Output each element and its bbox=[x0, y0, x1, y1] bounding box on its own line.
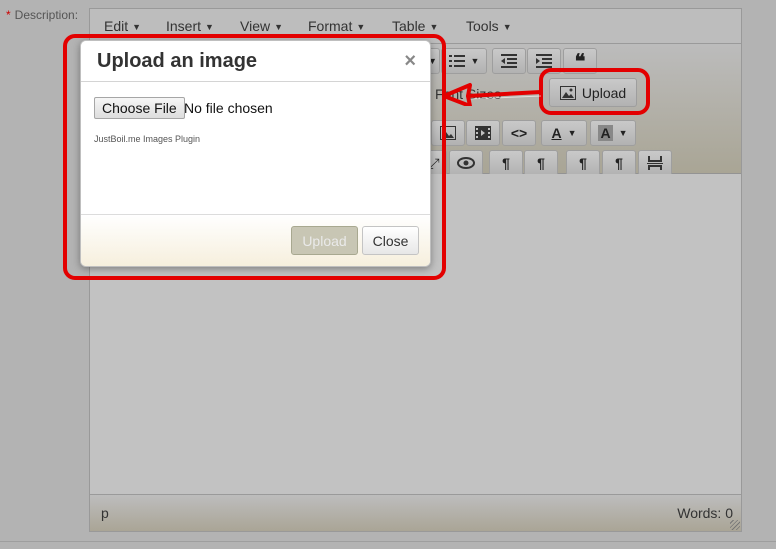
page-break-icon bbox=[647, 156, 663, 170]
show-invisibles-button[interactable]: ¶ bbox=[602, 150, 636, 176]
menu-format-label: Format bbox=[308, 18, 353, 34]
menu-tools[interactable]: Tools ▼ bbox=[466, 18, 512, 34]
menu-view-label: View bbox=[240, 18, 271, 34]
eye-icon bbox=[457, 157, 475, 169]
menu-tools-label: Tools bbox=[466, 18, 499, 34]
page-divider bbox=[0, 541, 776, 542]
element-path[interactable]: p bbox=[101, 505, 109, 521]
menu-insert-label: Insert bbox=[166, 18, 202, 34]
annotation-dialog-highlight bbox=[63, 34, 446, 280]
code-icon: <> bbox=[510, 125, 528, 141]
insert-media-button[interactable] bbox=[466, 120, 500, 146]
menu-insert[interactable]: Insert ▼ bbox=[166, 18, 214, 34]
pilcrow-icon: ¶ bbox=[615, 155, 623, 171]
editor-statusbar: p Words: 0 bbox=[90, 494, 741, 531]
menu-edit-label: Edit bbox=[104, 18, 129, 34]
menu-edit[interactable]: Edit ▼ bbox=[104, 18, 141, 34]
caret-down-icon: ▼ bbox=[567, 128, 577, 138]
numbered-list-button[interactable]: ▼ bbox=[441, 48, 487, 74]
background-color-letter: A bbox=[598, 125, 613, 141]
annotation-arrow-icon bbox=[442, 83, 543, 106]
caret-down-icon: ▼ bbox=[132, 22, 142, 32]
caret-down-icon: ▼ bbox=[618, 128, 628, 138]
outdent-icon bbox=[501, 54, 517, 68]
annotation-upload-highlight bbox=[539, 68, 650, 115]
caret-down-icon: ▼ bbox=[205, 22, 214, 32]
show-blocks-button[interactable]: ¶ bbox=[566, 150, 600, 176]
paragraph-icon: ¶ bbox=[579, 155, 587, 171]
indent-icon bbox=[536, 54, 552, 68]
outdent-button[interactable] bbox=[492, 48, 526, 74]
description-label: * Description: bbox=[6, 8, 78, 22]
text-color-letter: A bbox=[551, 125, 562, 141]
background-color-button[interactable]: A ▼ bbox=[590, 120, 636, 146]
page-break-button[interactable] bbox=[638, 150, 672, 176]
menu-format[interactable]: Format ▼ bbox=[308, 18, 365, 34]
numbered-list-icon bbox=[448, 55, 465, 67]
paragraph-rtl-icon: ¶ bbox=[537, 155, 545, 171]
required-marker: * bbox=[6, 8, 11, 22]
caret-down-icon: ▼ bbox=[429, 22, 439, 32]
menu-table[interactable]: Table ▼ bbox=[392, 18, 438, 34]
text-color-button[interactable]: A ▼ bbox=[541, 120, 587, 146]
caret-down-icon: ▼ bbox=[502, 22, 512, 32]
ltr-button[interactable]: ¶ bbox=[489, 150, 523, 176]
paragraph-ltr-icon: ¶ bbox=[502, 155, 510, 171]
caret-down-icon: ▼ bbox=[470, 56, 480, 66]
menu-table-label: Table bbox=[392, 18, 426, 34]
resize-handle[interactable] bbox=[730, 520, 740, 530]
rtl-button[interactable]: ¶ bbox=[524, 150, 558, 176]
menu-view[interactable]: View ▼ bbox=[240, 18, 283, 34]
film-icon bbox=[475, 126, 491, 140]
preview-button[interactable] bbox=[449, 150, 483, 176]
caret-down-icon: ▼ bbox=[356, 22, 366, 32]
description-label-text: Description: bbox=[14, 8, 79, 22]
source-code-button[interactable]: <> bbox=[502, 120, 536, 146]
word-count: Words: 0 bbox=[677, 505, 733, 521]
caret-down-icon: ▼ bbox=[274, 22, 284, 32]
